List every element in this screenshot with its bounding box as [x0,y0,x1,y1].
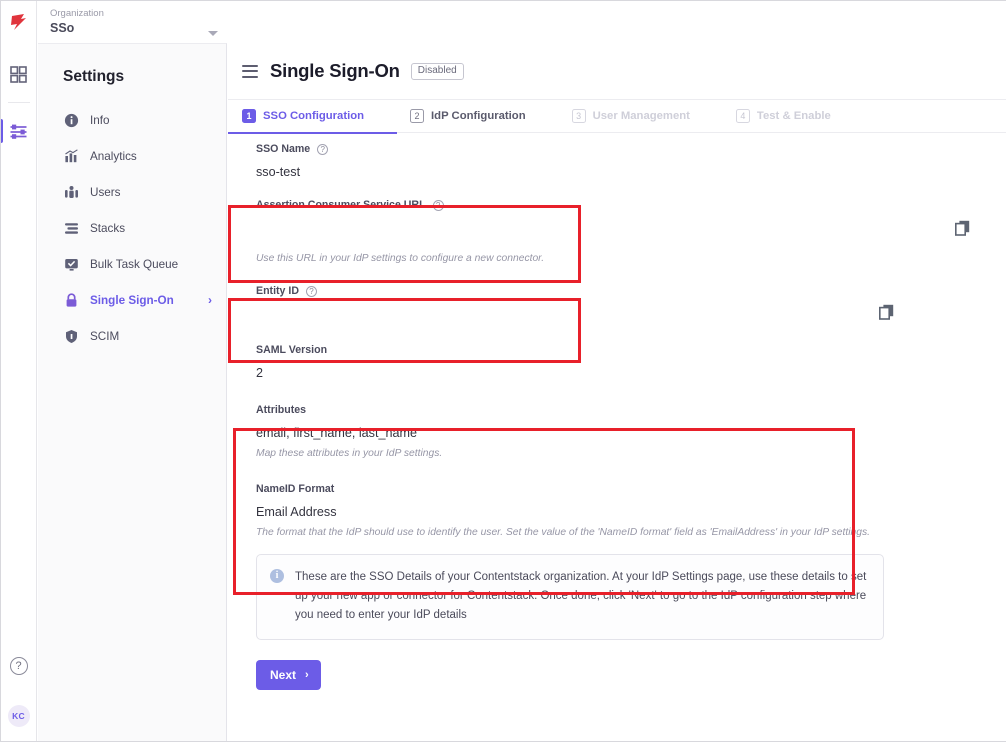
sso-name-label: SSO Name [256,143,310,155]
field-label: NameID Format [256,483,992,495]
tab-label: IdP Configuration [431,110,526,122]
question-icon[interactable]: ? [433,200,444,211]
question-icon[interactable]: ? [317,144,328,155]
tab-number: 1 [242,109,256,123]
copy-icon[interactable] [955,220,970,241]
copy-icon[interactable] [879,304,894,325]
next-button-label: Next [270,668,296,682]
status-badge: Disabled [411,63,464,80]
main-panel: Single Sign-On Disabled 1 SSO Configurat… [228,43,1006,741]
stacks-icon [63,220,79,236]
entity-id-value-row [256,301,992,327]
sidebar-nav: Info Analytics [38,102,226,354]
sidebar-item-label: Bulk Task Queue [90,258,178,271]
sidebar-item-label: SCIM [90,330,119,343]
chevron-down-icon[interactable] [208,31,218,36]
sidebar-title: Settings [63,68,226,86]
saml-version-value: 2 [256,366,992,380]
sidebar-item-bulk-task-queue[interactable]: Bulk Task Queue [38,246,226,282]
tab-label: User Management [593,110,690,122]
info-banner: i These are the SSO Details of your Cont… [256,554,884,640]
tab-number: 2 [410,109,424,123]
sidebar-item-info[interactable]: Info [38,102,226,138]
contentstack-logo-icon[interactable] [7,10,31,34]
shield-icon [63,328,79,344]
sso-name-value: sso-test [256,165,992,179]
sidebar-item-label: Analytics [90,150,137,163]
sidebar-item-label: Stacks [90,222,125,235]
nameid-format-value: Email Address [256,505,992,519]
info-banner-text: These are the SSO Details of your Conten… [295,568,867,625]
attributes-value: email, first_name, last_name [256,426,992,440]
rail-divider [8,102,30,103]
field-acs-url: Assertion Consumer Service URL ? Use thi… [242,179,992,264]
top-bar: Organization SSo [38,1,1006,43]
chevron-right-icon: › [305,669,309,681]
hamburger-menu-icon[interactable] [242,65,258,78]
analytics-icon [63,148,79,164]
attributes-label: Attributes [256,404,306,416]
chevron-right-icon: › [208,293,212,307]
field-label: SSO Name ? [256,143,992,155]
settings-sidebar: Settings Info Analytics [38,43,227,741]
sidebar-item-label: Users [90,186,121,199]
field-attributes: Attributes email, first_name, last_name … [242,380,992,459]
field-label: Assertion Consumer Service URL ? [256,199,992,211]
next-button[interactable]: Next › [256,660,321,690]
acs-url-value-row [256,215,992,245]
saml-version-label: SAML Version [256,344,327,356]
tab-number: 3 [572,109,586,123]
sso-configuration-form: SSO Name ? sso-test Assertion Consumer S… [228,133,1006,690]
field-label: Entity ID ? [256,285,992,297]
info-icon: i [270,569,284,583]
entity-id-label: Entity ID [256,285,299,297]
acs-url-label: Assertion Consumer Service URL [256,199,426,211]
field-nameid-format: NameID Format Email Address The format t… [242,459,992,538]
field-label: Attributes [256,404,992,416]
field-saml-version: SAML Version 2 [242,327,992,380]
rail-bottom-group: ? KC [8,657,30,741]
tab-sso-configuration[interactable]: 1 SSO Configuration [242,100,364,133]
tab-user-management: 3 User Management [572,100,690,133]
tab-test-and-enable: 4 Test & Enable [736,100,831,133]
page-title: Single Sign-On [270,60,400,82]
tab-label: Test & Enable [757,110,831,122]
avatar[interactable]: KC [8,705,30,727]
sidebar-item-single-sign-on[interactable]: Single Sign-On › [38,282,226,318]
sidebar-item-label: Single Sign-On [90,294,174,307]
page-header: Single Sign-On Disabled [228,43,1006,100]
sidebar-item-label: Info [90,114,110,127]
icon-rail: ? KC [1,1,37,741]
field-entity-id: Entity ID ? [242,264,992,327]
sidebar-item-scim[interactable]: SCIM [38,318,226,354]
organization-name: SSo [50,21,74,36]
tab-bar: 1 SSO Configuration 2 IdP Configuration … [228,100,1006,133]
lock-icon [63,292,79,308]
sliders-settings-icon[interactable] [1,113,37,149]
rail-icon-list [1,56,36,149]
grid-apps-icon[interactable] [1,56,37,92]
tab-label: SSO Configuration [263,110,364,122]
tab-idp-configuration[interactable]: 2 IdP Configuration [410,100,526,133]
organization-label: Organization [50,8,200,20]
app-window: ? KC Organization SSo Settings Info [0,0,1006,742]
field-label: SAML Version [256,344,992,356]
organization-switcher[interactable]: Organization SSo [50,8,200,36]
attributes-hint: Map these attributes in your IdP setting… [256,448,992,459]
sidebar-item-stacks[interactable]: Stacks [38,210,226,246]
nameid-format-hint: The format that the IdP should use to id… [256,527,992,538]
field-sso-name: SSO Name ? sso-test [242,133,992,179]
info-icon [63,112,79,128]
nameid-format-label: NameID Format [256,483,334,495]
sidebar-item-users[interactable]: Users [38,174,226,210]
tab-number: 4 [736,109,750,123]
question-icon[interactable]: ? [306,286,317,297]
users-icon [63,184,79,200]
acs-url-hint: Use this URL in your IdP settings to con… [256,253,992,264]
help-icon[interactable]: ? [10,657,28,675]
sidebar-item-analytics[interactable]: Analytics [38,138,226,174]
bulk-task-icon [63,256,79,272]
